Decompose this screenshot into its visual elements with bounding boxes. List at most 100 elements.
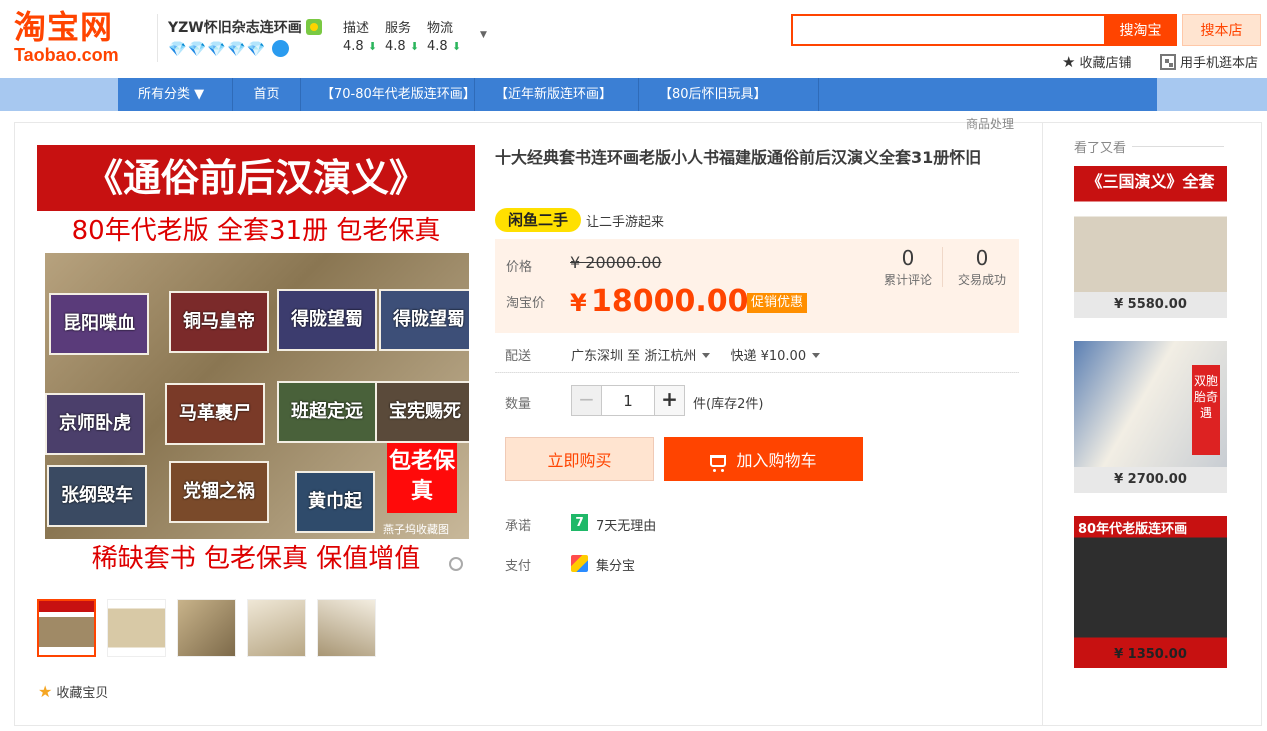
taobao-price-label: 淘宝价: [506, 296, 546, 311]
book-cover: 京师卧虎: [45, 393, 145, 455]
wangwang-icon[interactable]: [272, 40, 290, 57]
reviews-label: 累计评论: [883, 273, 932, 287]
book-cover: 张纲毁车: [47, 465, 147, 527]
book-cover: 得陇望蜀: [379, 289, 469, 351]
star-icon: ★: [38, 682, 53, 701]
nav-home[interactable]: 首页: [233, 78, 301, 111]
price-panel: 价格 ¥ 20000.00 淘宝价 ¥ 18000.00 促销优惠 0 累计评论…: [495, 239, 1019, 333]
promise-text[interactable]: 7天无理由: [596, 515, 656, 534]
promise-label: 承诺: [505, 519, 532, 534]
mobile-shop-label: 用手机逛本店: [1180, 56, 1259, 71]
ship-to-word: 至: [627, 349, 641, 364]
shop-name-text: YZW怀旧杂志连环画: [168, 20, 302, 36]
recommended-item[interactable]: 《三国演义》全套 ¥ 5580.00: [1074, 166, 1227, 318]
favorite-item-link[interactable]: ★ 收藏宝贝: [38, 682, 108, 701]
rating-value: 4.8: [385, 39, 406, 54]
favorite-shop-link[interactable]: ★ 收藏店铺: [1062, 52, 1131, 71]
rating-value: 4.8: [343, 39, 364, 54]
jifenbao-icon: [571, 555, 588, 572]
right-divider: [1042, 122, 1043, 726]
rating-value-row: 4.8 ⬇: [427, 39, 469, 54]
buy-now-button[interactable]: 立即购买: [505, 437, 654, 481]
image-bottom-text: 稀缺套书 包老保真 保值增值: [91, 544, 421, 574]
xianyu-slogan: 让二手游起来: [586, 215, 665, 230]
thumbnail-3[interactable]: [177, 599, 236, 657]
cart-icon: [710, 455, 727, 472]
nav-old-comics[interactable]: 【70-80年代老版连环画】: [301, 78, 476, 111]
diamond-icon: 💎💎💎💎💎: [168, 40, 267, 58]
quantity-stepper: − +: [571, 385, 685, 416]
quantity-input[interactable]: [602, 386, 654, 415]
also-viewed-divider: [1132, 146, 1224, 147]
arrow-down-icon: ⬇: [409, 40, 420, 53]
thumbnail-1[interactable]: [37, 599, 96, 657]
rating-service: 服务 4.8 ⬇: [385, 17, 427, 54]
header-divider: [157, 14, 158, 62]
product-title: 十大经典套书连环画老版小人书福建版通俗前后汉演义全套31册怀旧: [495, 148, 982, 167]
recommended-price: ¥ 5580.00: [1074, 292, 1227, 318]
image-photo: 昆阳喋血 铜马皇帝 得陇望蜀 得陇望蜀 京师卧虎 马革裹尸 班超定远 宝宪赐死 …: [45, 253, 469, 539]
stock-text: 件(库存2件): [693, 397, 764, 412]
search-shop-button[interactable]: 搜本店: [1182, 14, 1261, 46]
thumbnail-image: [108, 600, 165, 656]
star-icon: ★: [1062, 53, 1076, 71]
book-cover: 铜马皇帝: [169, 291, 269, 353]
thumbnail-4[interactable]: [247, 599, 306, 657]
quantity-increase-button[interactable]: +: [654, 386, 684, 415]
deals-label: 交易成功: [957, 273, 1006, 287]
rating-label: 描述: [343, 21, 370, 36]
nav-new-comics[interactable]: 【近年新版连环画】: [475, 78, 639, 111]
original-price: ¥ 20000.00: [570, 253, 662, 272]
pay-text[interactable]: 集分宝: [596, 555, 635, 574]
taobao-logo[interactable]: 淘宝网 Taobao.com: [14, 10, 134, 66]
ratings-expand-icon[interactable]: ▼: [480, 30, 487, 40]
seven-day-icon: 7: [571, 514, 588, 531]
xianyu-badge[interactable]: 闲鱼二手: [495, 208, 581, 232]
quantity-decrease-button[interactable]: −: [572, 386, 602, 415]
deals-stat[interactable]: 0 交易成功: [952, 245, 1012, 288]
search-taobao-button[interactable]: 搜淘宝: [1104, 14, 1177, 46]
pay-label: 支付: [505, 559, 532, 574]
ship-to: 浙江杭州: [644, 349, 697, 364]
reviews-stat[interactable]: 0 累计评论: [880, 245, 936, 288]
promo-badge[interactable]: 促销优惠: [747, 293, 808, 313]
image-watermark: 燕子坞收藏图: [383, 523, 449, 536]
stat-divider: [942, 247, 943, 287]
rating-logistics: 物流 4.8 ⬇: [427, 17, 469, 54]
nav-toys[interactable]: 【80后怀旧玩具】: [639, 78, 819, 111]
image-title: 《通俗前后汉演义》: [37, 145, 475, 211]
rating-desc: 描述 4.8 ⬇: [343, 17, 385, 54]
recommended-price: ¥ 1350.00: [1114, 647, 1187, 662]
thumbnail-5[interactable]: [317, 599, 376, 657]
shop-nav: 所有分类 ▼ 首页 【70-80年代老版连环画】 【近年新版连环画】 【80后怀…: [118, 78, 1157, 111]
reviews-count: 0: [901, 246, 915, 270]
recommended-caption: 《三国演义》全套: [1086, 172, 1215, 191]
price-label: 价格: [506, 260, 533, 275]
shipping-label: 配送: [505, 349, 532, 364]
ship-method-select[interactable]: 快递 ¥10.00: [730, 349, 826, 364]
quantity-label: 数量: [505, 397, 532, 412]
zoom-icon[interactable]: [449, 557, 463, 571]
nav-all-categories[interactable]: 所有分类 ▼: [118, 78, 233, 111]
ship-method: 快递 ¥10.00: [730, 349, 807, 364]
book-cover: 马革裹尸: [165, 383, 265, 445]
recommended-item[interactable]: 80年代老版连环画 ¥ 1350.00: [1074, 516, 1227, 668]
search-box: [791, 14, 1104, 46]
image-subtitle: 80年代老版 全套31册 包老保真: [71, 216, 441, 246]
recommended-item[interactable]: 双胞胎奇遇 ¥ 2700.00: [1074, 341, 1227, 493]
rating-label: 物流: [427, 21, 454, 36]
goods-handle-link[interactable]: 商品处理: [966, 115, 1014, 132]
favorite-item-label: 收藏宝贝: [56, 686, 109, 701]
main-product-image[interactable]: 《通俗前后汉演义》 80年代老版 全套31册 包老保真 昆阳喋血 铜马皇帝 得陇…: [37, 145, 475, 577]
book-cover: 党锢之祸: [169, 461, 269, 523]
search-input[interactable]: [793, 16, 1104, 44]
shop-name[interactable]: YZW怀旧杂志连环画: [168, 17, 322, 37]
add-to-cart-label: 加入购物车: [736, 451, 817, 470]
mobile-shop-link[interactable]: 用手机逛本店: [1160, 52, 1258, 71]
thumbnail-2[interactable]: [107, 599, 166, 657]
taobao-price: 18000.00: [591, 284, 749, 319]
rating-value-row: 4.8 ⬇: [385, 39, 427, 54]
add-to-cart-button[interactable]: 加入购物车: [664, 437, 863, 481]
ship-to-select[interactable]: 浙江杭州: [644, 349, 716, 364]
shop-ratings: 描述 4.8 ⬇ 服务 4.8 ⬇ 物流 4.8 ⬇: [343, 17, 469, 54]
